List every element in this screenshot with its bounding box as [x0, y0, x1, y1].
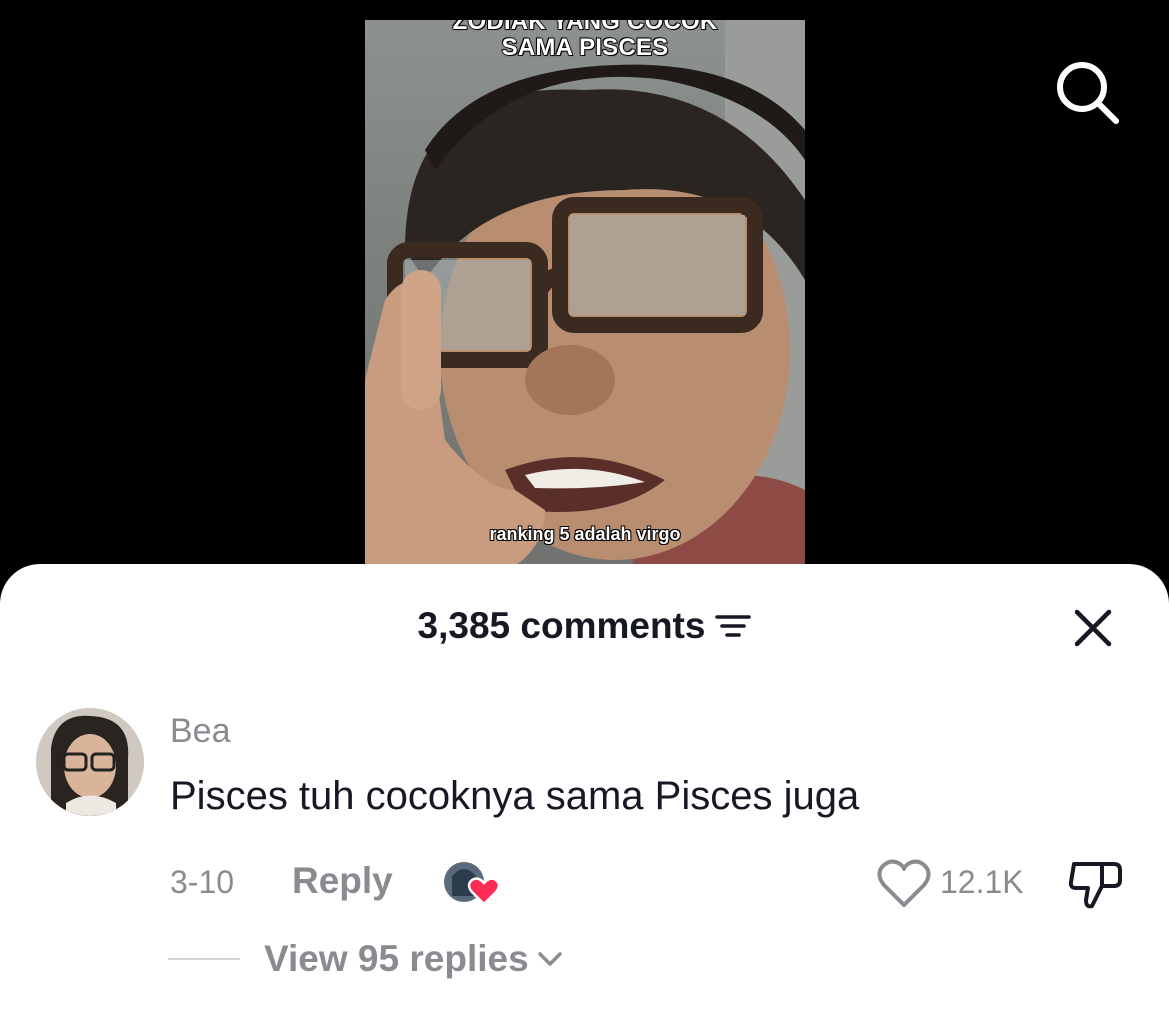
sort-button[interactable] [715, 611, 752, 641]
chevron-down-icon [537, 951, 563, 967]
like-count: 12.1K [940, 864, 1024, 900]
video-player[interactable]: ZODIAK YANG COCOK SAMA PISCES ranking 5 … [0, 0, 1169, 600]
search-button[interactable] [1050, 55, 1124, 129]
comments-header: 3,385 comments [0, 604, 1169, 648]
video-scene-image [365, 20, 805, 580]
heart-outline-icon [877, 859, 931, 907]
video-frame[interactable]: ZODIAK YANG COCOK SAMA PISCES ranking 5 … [365, 20, 805, 580]
dislike-button[interactable] [1068, 856, 1126, 912]
creator-heart-avatar-icon [444, 862, 501, 906]
comment-date: 3-10 [170, 864, 235, 900]
close-icon [1074, 609, 1112, 647]
commenter-avatar[interactable] [36, 708, 144, 816]
view-replies-button[interactable]: View 95 replies [264, 938, 563, 980]
replies-divider-line [168, 958, 240, 960]
reply-button[interactable]: Reply [292, 860, 393, 902]
close-comments-button[interactable] [1069, 604, 1117, 652]
comment-count: 3,385 comments [417, 605, 706, 646]
like-button[interactable] [876, 858, 932, 910]
comment-text: Pisces tuh cocoknya sama Pisces juga [170, 774, 860, 818]
search-icon [1057, 62, 1119, 124]
thumbs-down-icon [1068, 862, 1122, 909]
view-replies-label: View 95 replies [264, 938, 529, 979]
comment-author[interactable]: Bea [170, 712, 231, 751]
video-title-line2: SAMA PISCES [501, 33, 669, 62]
video-caption: ranking 5 adalah virgo [489, 524, 681, 544]
filter-icon [715, 615, 752, 637]
comments-sheet: 3,385 comments Bea Pisces tuh cocoknya s… [0, 564, 1169, 1011]
creator-liked-badge [442, 856, 502, 908]
avatar-photo [36, 708, 144, 816]
